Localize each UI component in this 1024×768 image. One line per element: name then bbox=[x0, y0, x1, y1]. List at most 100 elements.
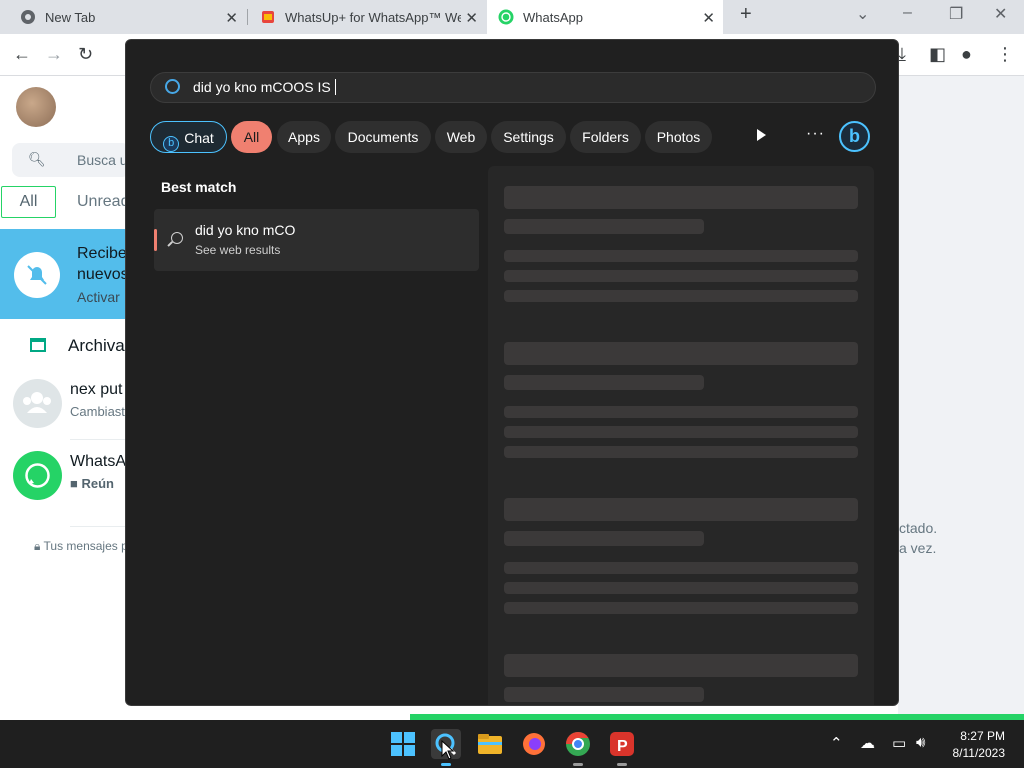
running-indicator bbox=[573, 763, 583, 766]
chat-preview: ■ Reún bbox=[70, 476, 114, 491]
volume-icon[interactable]: 🔊︎ bbox=[916, 734, 925, 751]
firefox-icon[interactable] bbox=[519, 729, 549, 759]
tab-title: WhatsApp bbox=[523, 9, 583, 25]
profile-icon[interactable]: ● bbox=[961, 44, 972, 65]
chip-settings[interactable]: Settings bbox=[491, 121, 566, 153]
avatar[interactable] bbox=[16, 87, 56, 127]
chip-all[interactable]: All bbox=[231, 121, 272, 153]
best-match-result[interactable]: did yo kno mCO See web results bbox=[154, 209, 479, 271]
text-caret bbox=[334, 79, 336, 95]
new-tab-button[interactable]: + bbox=[740, 3, 752, 26]
group-avatar-icon bbox=[13, 379, 62, 428]
notification-off-icon bbox=[14, 252, 60, 298]
search-input[interactable]: did yo kno mCOOS IS bbox=[150, 72, 876, 103]
archived-row[interactable]: Archiva bbox=[30, 336, 125, 356]
loading-placeholder bbox=[504, 250, 858, 262]
result-subtitle: See web results bbox=[195, 243, 281, 257]
chevron-up-icon[interactable]: ⌃ bbox=[830, 734, 843, 752]
loading-placeholder bbox=[504, 531, 704, 546]
tab-title: New Tab bbox=[45, 9, 96, 25]
loading-placeholder bbox=[504, 406, 858, 418]
clock-time[interactable]: 8:27 PM bbox=[950, 729, 1005, 743]
filter-all[interactable]: All bbox=[1, 186, 56, 218]
close-icon[interactable]: ✕ bbox=[225, 9, 238, 27]
list-item[interactable]: WhatsA ■ Reún bbox=[0, 445, 130, 507]
reload-icon[interactable]: ↻ bbox=[78, 44, 93, 65]
psiphon-icon[interactable]: P bbox=[607, 729, 637, 766]
chrome-icon[interactable] bbox=[563, 729, 593, 766]
onedrive-icon[interactable]: ☁ bbox=[860, 734, 875, 752]
chat-name: WhatsA bbox=[70, 453, 127, 470]
menu-icon[interactable]: ⋮ bbox=[996, 44, 1014, 65]
loading-placeholder bbox=[504, 426, 858, 438]
restore-icon[interactable]: ❐ bbox=[949, 4, 963, 24]
chip-folders[interactable]: Folders bbox=[570, 121, 641, 153]
result-title: did yo kno mCO bbox=[195, 222, 296, 238]
tab-new-tab[interactable]: New Tab ✕ bbox=[0, 0, 246, 34]
loading-placeholder bbox=[504, 582, 858, 594]
notification-text: nuevos bbox=[77, 266, 129, 283]
network-icon[interactable]: ▭ bbox=[892, 734, 906, 752]
best-match-heading: Best match bbox=[161, 179, 237, 195]
bing-icon: b bbox=[163, 136, 180, 152]
extension-icon bbox=[260, 9, 276, 25]
chat-preview: Cambiast bbox=[70, 404, 125, 419]
tab-title: WhatsUp+ for WhatsApp™ Web bbox=[285, 9, 461, 25]
chat-name: nex put bbox=[70, 381, 123, 398]
search-icon bbox=[171, 232, 183, 244]
chip-photos[interactable]: Photos bbox=[645, 121, 712, 153]
close-icon[interactable]: ✕ bbox=[702, 9, 715, 27]
loading-placeholder bbox=[504, 446, 858, 458]
chat-search-input[interactable]: 🔍︎ Busca u bbox=[12, 143, 130, 177]
chip-apps[interactable]: Apps bbox=[277, 121, 331, 153]
tab-search-icon[interactable]: ⌄ bbox=[856, 4, 869, 24]
loading-placeholder bbox=[504, 654, 858, 677]
intro-text: a vez. bbox=[899, 540, 937, 556]
divider bbox=[70, 439, 130, 440]
forward-icon[interactable]: → bbox=[45, 44, 63, 65]
clock-date[interactable]: 8/11/2023 bbox=[946, 746, 1006, 760]
svg-text:P: P bbox=[617, 738, 628, 755]
notification-banner[interactable]: Recibe nuevos Activar bbox=[0, 229, 130, 319]
side-panel-icon[interactable]: ◧ bbox=[929, 44, 946, 65]
loading-placeholder bbox=[504, 375, 704, 390]
loading-placeholder bbox=[504, 290, 858, 302]
video-icon: ■ bbox=[70, 476, 82, 491]
play-icon[interactable] bbox=[757, 129, 766, 141]
taskbar: P ⌃ ☁ ▭ 🔊︎ bbox=[0, 720, 1024, 768]
notification-action[interactable]: Activar bbox=[77, 289, 120, 305]
start-icon[interactable] bbox=[388, 729, 418, 759]
search-icon bbox=[165, 79, 180, 94]
chip-chat[interactable]: b Chat bbox=[150, 121, 227, 153]
close-icon[interactable]: ✕ bbox=[465, 9, 478, 27]
back-icon[interactable]: ← bbox=[13, 44, 31, 65]
bing-icon[interactable]: b bbox=[839, 121, 870, 152]
tab-whatsapp[interactable]: WhatsApp ✕ bbox=[487, 0, 723, 34]
search-icon: 🔍︎ bbox=[28, 151, 46, 167]
tab-whatsup-plus[interactable]: WhatsUp+ for WhatsApp™ Web ✕ bbox=[250, 0, 486, 34]
chip-web[interactable]: Web bbox=[435, 121, 487, 153]
intro-text: ctado. bbox=[899, 520, 938, 536]
filter-unread[interactable]: Unread bbox=[77, 193, 129, 211]
loading-placeholder bbox=[504, 270, 858, 282]
whatsapp-main-pane bbox=[898, 76, 1024, 720]
encryption-note: 🔒︎ Tus mensajes p bbox=[34, 539, 128, 553]
chip-documents[interactable]: Documents bbox=[335, 121, 431, 153]
more-options-button[interactable]: ··· bbox=[806, 125, 825, 143]
preview-pane-loading bbox=[488, 166, 874, 705]
divider bbox=[70, 526, 130, 527]
list-item[interactable]: nex put Cambiast bbox=[0, 373, 130, 435]
chrome-icon bbox=[20, 9, 36, 25]
minimize-icon[interactable]: – bbox=[903, 4, 912, 22]
archived-label: Archiva bbox=[68, 336, 125, 355]
window-close-icon[interactable]: ✕ bbox=[994, 4, 1007, 24]
loading-placeholder bbox=[504, 342, 858, 365]
archive-icon bbox=[30, 338, 46, 352]
loading-placeholder bbox=[504, 219, 704, 234]
file-explorer-icon[interactable] bbox=[475, 729, 505, 759]
browser-tab-strip: New Tab ✕ WhatsUp+ for WhatsApp™ Web ✕ W… bbox=[0, 0, 1024, 34]
notification-text: Recibe bbox=[77, 245, 127, 262]
download-icon[interactable]: ⤓ bbox=[898, 44, 906, 65]
lock-icon: 🔒︎ bbox=[34, 539, 44, 553]
whatsapp-icon bbox=[498, 9, 514, 25]
